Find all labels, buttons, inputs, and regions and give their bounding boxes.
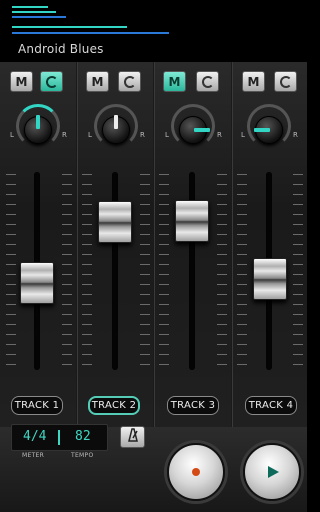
loop-button[interactable] <box>196 71 219 92</box>
pan-left-label: L <box>10 131 14 139</box>
pan-knob[interactable] <box>24 115 52 144</box>
mute-button[interactable]: M <box>86 71 109 92</box>
pan-left-label: L <box>241 131 245 139</box>
meter-line <box>12 16 66 18</box>
pan-indicator <box>254 128 270 132</box>
pan-indicator <box>194 128 210 132</box>
track-button[interactable]: TRACK 2 <box>88 396 140 415</box>
loop-button[interactable] <box>40 71 63 92</box>
fader-scale <box>62 174 72 374</box>
track-button[interactable]: TRACK 4 <box>245 396 297 415</box>
mute-button[interactable]: M <box>10 71 33 92</box>
volume-fader[interactable] <box>20 262 54 304</box>
pan-knob[interactable] <box>254 116 283 144</box>
loop-button[interactable] <box>118 71 141 92</box>
pan-right-label: R <box>293 131 298 139</box>
channel-4: M L R TRACK 4 <box>233 62 311 427</box>
pan-right-label: R <box>140 131 145 139</box>
pan-left-label: L <box>165 131 169 139</box>
pan-knob[interactable] <box>179 116 210 144</box>
level-meters <box>12 4 296 34</box>
mute-button[interactable]: M <box>163 71 186 92</box>
record-icon <box>192 468 200 476</box>
volume-fader[interactable] <box>253 258 287 300</box>
pan-indicator <box>36 115 40 129</box>
pan-indicator <box>114 115 118 129</box>
meter-caption: METER <box>22 452 45 459</box>
mixer: M L R TRACK 1 M L R TRACK 2 M L R TRACK … <box>0 62 307 427</box>
mute-button[interactable]: M <box>242 71 265 92</box>
pan-control[interactable]: L R <box>86 104 146 152</box>
loop-icon <box>123 75 136 88</box>
meter-line <box>12 26 127 28</box>
channel-1: M L R TRACK 1 <box>0 62 78 427</box>
meter-line <box>12 6 48 8</box>
play-button[interactable] <box>243 443 301 501</box>
play-icon <box>268 466 279 478</box>
meter-value: 4/4 <box>23 429 47 444</box>
loop-icon <box>201 75 214 88</box>
channel-2: M L R TRACK 2 <box>78 62 156 427</box>
metronome-button[interactable] <box>120 426 145 448</box>
fader-scale <box>293 174 303 374</box>
header: Android Blues <box>0 0 307 62</box>
display-divider <box>58 430 60 445</box>
pan-control[interactable]: L R <box>8 104 68 152</box>
tempo-display[interactable]: 4/4 82 METER TEMPO <box>11 424 108 459</box>
song-title: Android Blues <box>18 42 104 56</box>
fader-scale <box>237 174 247 374</box>
transport-bar: 4/4 82 METER TEMPO <box>0 424 307 512</box>
fader-scale <box>159 174 169 374</box>
meter-line <box>12 32 169 34</box>
pan-knob[interactable] <box>102 115 130 144</box>
volume-fader[interactable] <box>98 201 132 243</box>
fader-scale <box>82 174 92 374</box>
metronome-icon <box>126 428 140 446</box>
fader-scale <box>140 174 150 374</box>
fader-scale <box>217 174 227 374</box>
volume-fader[interactable] <box>175 200 209 242</box>
meter-line <box>12 11 56 13</box>
channel-3: M L R TRACK 3 <box>155 62 233 427</box>
pan-left-label: L <box>88 131 92 139</box>
track-button[interactable]: TRACK 1 <box>11 396 63 415</box>
track-button[interactable]: TRACK 3 <box>167 396 219 415</box>
pan-right-label: R <box>217 131 222 139</box>
loop-icon <box>45 75 58 88</box>
fader-scale <box>6 174 16 374</box>
pan-control[interactable]: L R <box>163 104 223 152</box>
pan-right-label: R <box>62 131 67 139</box>
tempo-value: 82 <box>75 429 91 444</box>
loop-icon <box>279 75 292 88</box>
tempo-caption: TEMPO <box>71 452 94 459</box>
record-button[interactable] <box>167 443 225 501</box>
pan-control[interactable]: L R <box>239 104 299 152</box>
loop-button[interactable] <box>274 71 297 92</box>
